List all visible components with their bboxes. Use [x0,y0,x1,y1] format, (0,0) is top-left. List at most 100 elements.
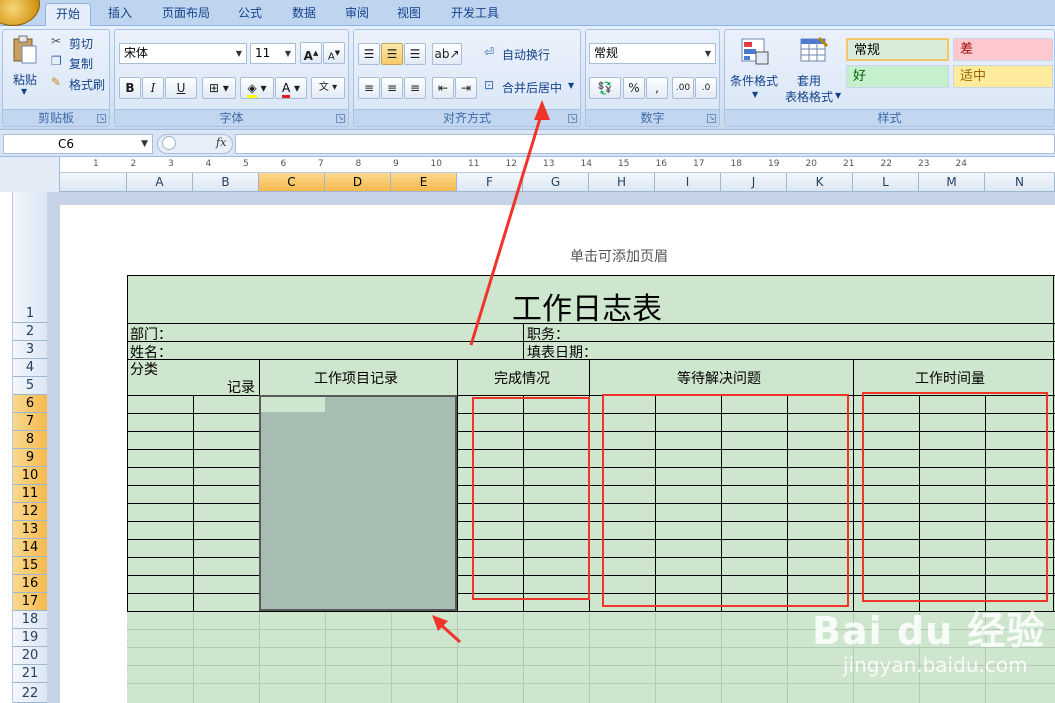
row-header-17[interactable]: 17 [13,593,47,611]
wrap-text-icon: ⏎ [484,45,495,59]
style-bad[interactable]: 差 [953,38,1053,61]
active-cell[interactable] [261,397,325,412]
row-header-20[interactable]: 20 [13,647,47,665]
align-center-button[interactable]: ≡ [381,77,403,99]
conditional-format-button[interactable]: 条件格式 ▼ [728,34,784,104]
selection-range[interactable] [259,395,457,611]
fill-color-button[interactable]: ◈ ▾ [240,77,274,99]
tab-view[interactable]: 视图 [389,3,429,26]
tab-home[interactable]: 开始 [45,3,91,26]
align-top-button[interactable]: ☰ [358,43,380,65]
row-header-21[interactable]: 21 [13,665,47,683]
shrink-font-button[interactable]: A▼ [323,42,345,64]
column-header-N[interactable]: N [985,173,1055,192]
paste-button[interactable]: 粘贴 ▼ [7,33,43,101]
gridline-col [589,611,590,703]
accounting-format-button[interactable]: 💱 [589,77,621,99]
row-header-15[interactable]: 15 [13,557,47,575]
row-header-1[interactable]: 1 [13,192,47,323]
clipboard-launcher-icon[interactable]: ↘ [97,114,106,123]
row-header-11[interactable]: 11 [13,485,47,503]
gridline-col [655,611,656,703]
row-header-7[interactable]: 7 [13,413,47,431]
row-header-9[interactable]: 9 [13,449,47,467]
ruler-number: 4 [205,159,212,169]
office-button[interactable] [0,0,40,26]
column-header-G[interactable]: G [523,173,589,192]
align-right-button[interactable]: ≡ [404,77,426,99]
tab-developer[interactable]: 开发工具 [443,3,507,26]
font-name-select[interactable]: 宋体 ▼ [119,43,247,64]
row-header-5[interactable]: 5 [13,377,47,395]
cut-button[interactable]: ✂ 剪切 [49,34,107,52]
percent-button[interactable]: % [623,77,645,99]
column-header-D[interactable]: D [325,173,391,192]
number-launcher-icon[interactable]: ↘ [707,114,716,123]
bold-button[interactable]: B [119,77,141,99]
align-middle-button[interactable]: ☰ [381,43,403,65]
page-header-hint[interactable]: 单击可添加页眉 [570,246,668,266]
grow-font-button[interactable]: A▲ [300,42,322,64]
increase-decimal-button[interactable]: .00 [672,77,694,99]
align-bottom-button[interactable]: ☰ [404,43,426,65]
formula-input[interactable] [235,134,1055,154]
number-format-select[interactable]: 常规 ▼ [589,43,716,64]
column-header-A[interactable]: A [127,173,193,192]
wrap-text-button[interactable]: ⏎ 自动换行 [482,44,578,64]
tab-page-layout[interactable]: 页面布局 [152,3,220,26]
column-header-E[interactable]: E [391,173,457,192]
font-launcher-icon[interactable]: ↘ [336,114,345,123]
align-left-button[interactable]: ≡ [358,77,380,99]
row-header-12[interactable]: 12 [13,503,47,521]
copy-button[interactable]: ❐ 复制 [49,54,107,72]
category-label: 分类 [130,362,158,378]
row-header-18[interactable]: 18 [13,611,47,629]
phonetic-button[interactable]: 文 ▾ [311,77,345,99]
row-header-13[interactable]: 13 [13,521,47,539]
row-header-10[interactable]: 10 [13,467,47,485]
tab-data[interactable]: 数据 [284,3,324,26]
column-header-I[interactable]: I [655,173,721,192]
column-header-F[interactable]: F [457,173,523,192]
font-color-button[interactable]: A ▾ [275,77,307,99]
comma-style-button[interactable]: , [646,77,668,99]
tab-formulas[interactable]: 公式 [230,3,270,26]
format-as-table-button[interactable]: 套用 表格格式 ▼ [785,34,843,104]
name-box[interactable]: C6 ▼ [3,134,153,154]
expand-icon[interactable] [162,136,176,150]
style-normal[interactable]: 常规 [846,38,949,61]
column-header-M[interactable]: M [919,173,985,192]
row-header-8[interactable]: 8 [13,431,47,449]
column-header-L[interactable]: L [853,173,919,192]
row-header-4[interactable]: 4 [13,359,47,377]
tab-insert[interactable]: 插入 [100,3,140,26]
italic-button[interactable]: I [142,77,164,99]
style-neutral[interactable]: 适中 [953,65,1053,88]
column-header-J[interactable]: J [721,173,787,192]
decrease-decimal-button[interactable]: .0 [695,77,717,99]
format-painter-button[interactable]: ✎ 格式刷 [49,75,109,93]
row-header-14[interactable]: 14 [13,539,47,557]
decrease-indent-button[interactable]: ⇤ [432,77,454,99]
row-header-22[interactable]: 22 [13,683,47,703]
row-header-16[interactable]: 16 [13,575,47,593]
row-header-3[interactable]: 3 [13,341,47,359]
column-header-H[interactable]: H [589,173,655,192]
underline-button[interactable]: U [165,77,197,99]
select-all-corner[interactable] [0,157,60,192]
column-header-B[interactable]: B [193,173,259,192]
column-header-K[interactable]: K [787,173,853,192]
row-header-6[interactable]: 6 [13,395,47,413]
row-header-2[interactable]: 2 [13,323,47,341]
column-header-C[interactable]: C [259,173,325,192]
alignment-launcher-icon[interactable]: ↘ [568,114,577,123]
row-header-19[interactable]: 19 [13,629,47,647]
style-good[interactable]: 好 [846,65,949,88]
insert-function-icon[interactable]: fx [216,136,226,149]
borders-button[interactable]: ⊞ ▾ [202,77,236,99]
tab-review[interactable]: 审阅 [337,3,377,26]
orientation-button[interactable]: ab↗ [432,43,462,65]
increase-indent-button[interactable]: ⇥ [455,77,477,99]
merge-center-button[interactable]: ⊡ 合并后居中 ▼ [482,77,578,97]
font-size-select[interactable]: 11 ▼ [250,43,296,64]
